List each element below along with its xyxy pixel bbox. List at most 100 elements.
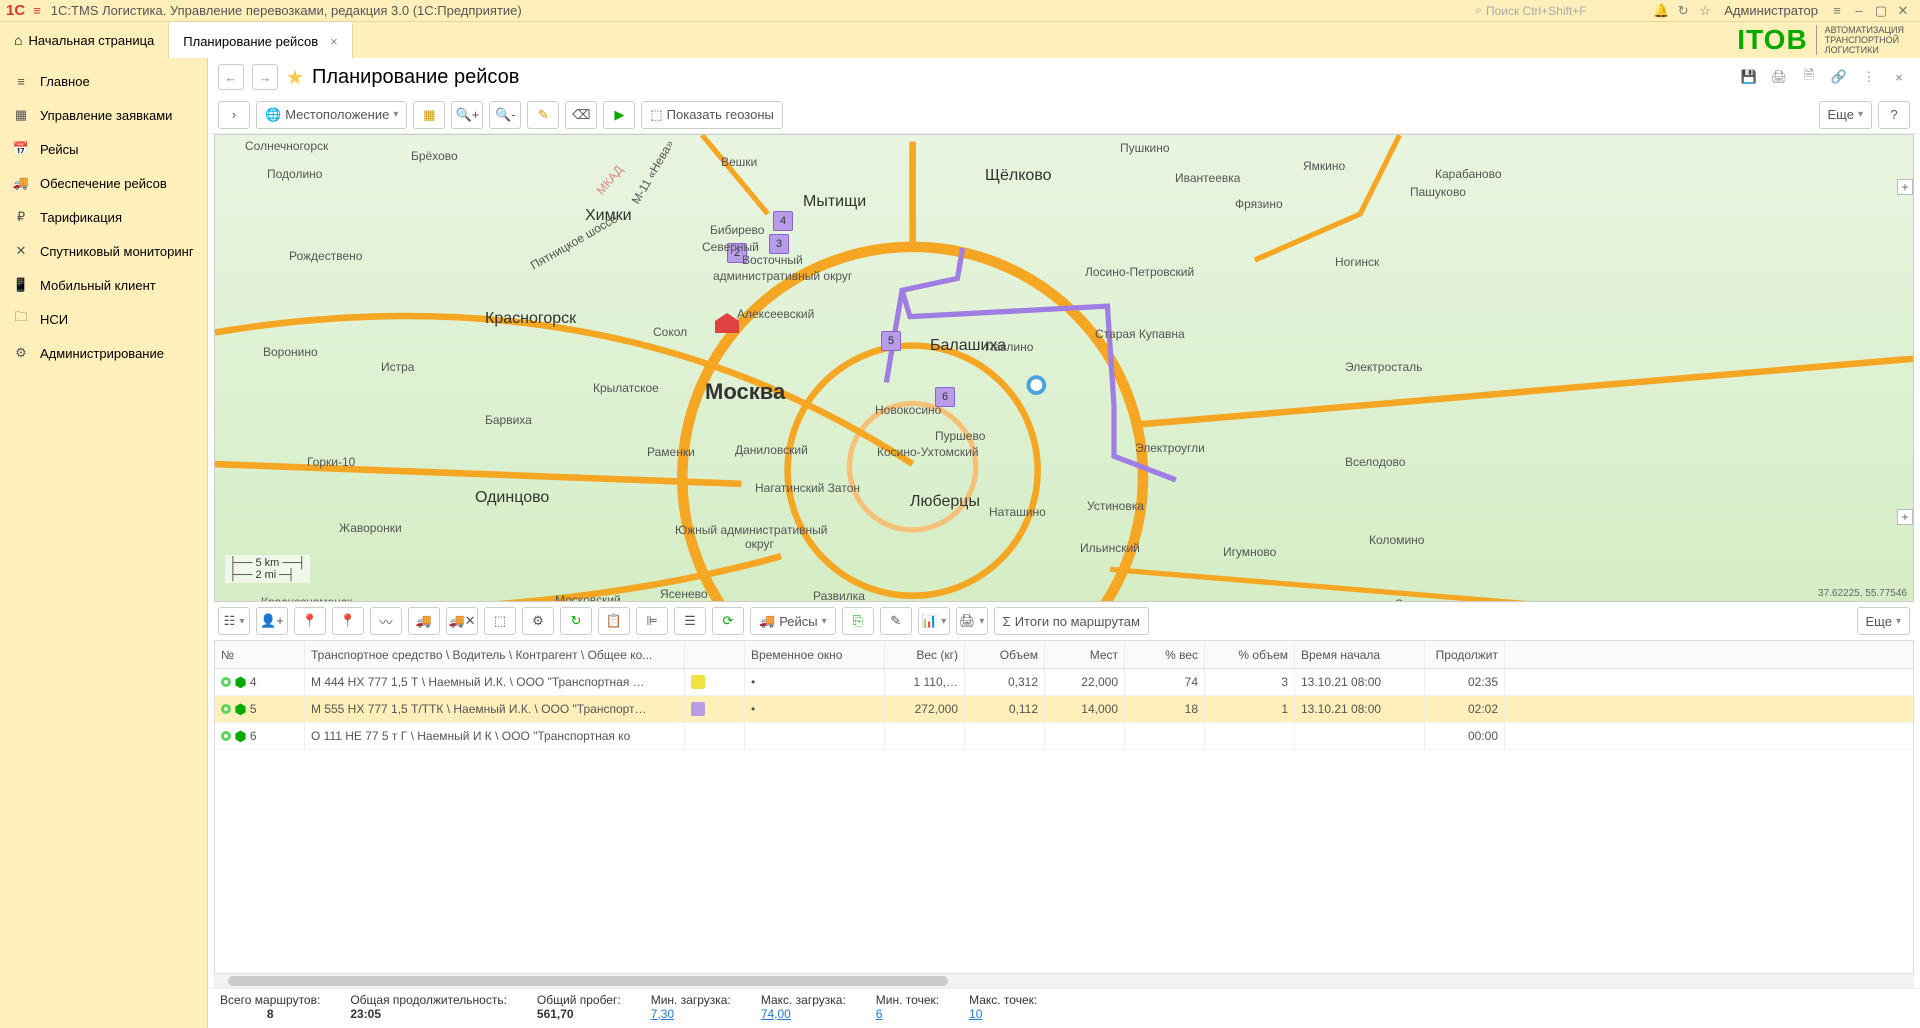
totals-button[interactable]: Σ Итоги по маршрутам — [994, 607, 1149, 635]
map-view[interactable]: Москва Мытищи Химки Щёлково Балашиха Люб… — [214, 134, 1914, 602]
edit-button[interactable]: ✎ — [880, 607, 912, 635]
more-button[interactable]: Еще▾ — [1819, 101, 1872, 129]
tab-planning[interactable]: Планирование рейсов × — [169, 22, 352, 58]
hamburger-icon[interactable]: ≡ — [33, 3, 41, 18]
selection-button[interactable]: ⬚ — [484, 607, 516, 635]
map-label: Коломино — [1369, 533, 1424, 547]
sidebar-item-3[interactable]: 🚚Обеспечение рейсов — [0, 166, 207, 200]
col-vehicle[interactable]: Транспортное средство \ Водитель \ Контр… — [305, 641, 685, 668]
maximize-icon[interactable]: ▢ — [1870, 1, 1892, 21]
table-row[interactable]: ⬢ 6О 111 НЕ 77 5 т Г \ Наемный И К \ ООО… — [215, 723, 1913, 750]
map-expand-top[interactable]: + — [1897, 179, 1913, 195]
col-places[interactable]: Мест — [1045, 641, 1125, 668]
horizontal-scrollbar[interactable] — [214, 974, 1914, 988]
close-page-icon[interactable]: × — [1888, 66, 1910, 88]
col-start[interactable]: Время начала — [1295, 641, 1425, 668]
table-row[interactable]: ⬢ 5М 555 НХ 777 1,5 Т/ТТК \ Наемный И.К.… — [215, 696, 1913, 723]
kebab-icon[interactable]: ⋮ — [1858, 66, 1880, 88]
tab-close-icon[interactable]: × — [330, 34, 338, 49]
sidebar-item-7[interactable]: 🗀НСИ — [0, 302, 207, 336]
route-marker-4[interactable]: 4 — [773, 211, 793, 231]
sidebar-item-6[interactable]: 📱Мобильный клиент — [0, 268, 207, 302]
sidebar-item-8[interactable]: ⚙Администрирование — [0, 336, 207, 370]
align-button[interactable]: ⊫ — [636, 607, 668, 635]
min-load-link[interactable]: 7,30 — [651, 1007, 731, 1021]
map-expand-bottom[interactable]: + — [1897, 509, 1913, 525]
print-icon[interactable]: 🖨 — [1768, 66, 1790, 88]
sidebar-item-5[interactable]: ✕Спутниковый мониторинг — [0, 234, 207, 268]
truck-cancel-button[interactable]: 🚚✕ — [446, 607, 478, 635]
col-window[interactable]: Временное окно — [745, 641, 885, 668]
erase-button[interactable]: ⌫ — [565, 101, 597, 129]
export-button[interactable]: ⎘ — [842, 607, 874, 635]
sidebar-item-2[interactable]: 📅Рейсы — [0, 132, 207, 166]
map-label: Бибирево — [710, 223, 764, 237]
tab-home[interactable]: ⌂ Начальная страница — [0, 22, 169, 58]
draw-button[interactable]: ✎ — [527, 101, 559, 129]
routes-button[interactable]: 🚚 Рейсы▾ — [750, 607, 836, 635]
save-icon[interactable]: 💾 — [1738, 66, 1760, 88]
refresh-button[interactable]: ⟳ — [712, 607, 744, 635]
bell-icon[interactable]: 🔔 — [1650, 1, 1672, 21]
sidebar-item-4[interactable]: ₽Тарификация — [0, 200, 207, 234]
route-marker-6[interactable]: 6 — [935, 387, 955, 407]
wave-button[interactable]: 〰 — [370, 607, 402, 635]
link-icon[interactable]: 🔗 — [1828, 66, 1850, 88]
col-pct-volume[interactable]: % объем — [1205, 641, 1295, 668]
col-color[interactable] — [685, 641, 745, 668]
nav-forward-button[interactable]: → — [252, 64, 278, 90]
refresh-green-button[interactable]: ↻ — [560, 607, 592, 635]
history-icon[interactable]: ↻ — [1672, 1, 1694, 21]
minimize-icon[interactable]: – — [1848, 1, 1870, 21]
close-icon[interactable]: ✕ — [1892, 1, 1914, 21]
sidebar: ≡Главное▦Управление заявками📅Рейсы🚚Обесп… — [0, 58, 208, 1028]
nav-back-button[interactable]: ← — [218, 64, 244, 90]
print-grid-button[interactable]: 🖨▾ — [956, 607, 988, 635]
max-pts-link[interactable]: 10 — [969, 1007, 1037, 1021]
favorite-star-icon[interactable]: ★ — [286, 65, 304, 90]
map-city-moscow: Москва — [705, 379, 785, 405]
table-row[interactable]: ⬢ 4М 444 НХ 777 1,5 Т \ Наемный И.К. \ О… — [215, 669, 1913, 696]
pin-green-button[interactable]: 📍 — [332, 607, 364, 635]
map-label: Рождествено — [289, 249, 362, 263]
route-marker-3[interactable]: 3 — [769, 234, 789, 254]
document-icon[interactable]: 🗎 — [1798, 66, 1820, 88]
route-marker-5[interactable]: 5 — [881, 331, 901, 351]
sidebar-item-0[interactable]: ≡Главное — [0, 64, 207, 98]
tree-button[interactable]: ☷▾ — [218, 607, 250, 635]
map-label: Электросталь — [1345, 360, 1422, 374]
columns-button[interactable]: ☰ — [674, 607, 706, 635]
global-search[interactable]: ⌕ Поиск Ctrl+Shift+F — [1470, 2, 1650, 20]
sidebar-icon: ⚙ — [12, 345, 30, 361]
min-pts-link[interactable]: 6 — [876, 1007, 939, 1021]
col-volume[interactable]: Объем — [965, 641, 1045, 668]
max-load-link[interactable]: 74,00 — [761, 1007, 846, 1021]
col-pct-weight[interactable]: % вес — [1125, 641, 1205, 668]
list-button[interactable]: 📋 — [598, 607, 630, 635]
sidebar-item-1[interactable]: ▦Управление заявками — [0, 98, 207, 132]
col-weight[interactable]: Вес (кг) — [885, 641, 965, 668]
help-button[interactable]: ? — [1878, 101, 1910, 129]
user-label[interactable]: Администратор — [1724, 3, 1818, 18]
settings-gear-button[interactable]: ⚙ — [522, 607, 554, 635]
expand-button[interactable]: › — [218, 101, 250, 129]
zoom-in-button[interactable]: 🔍+ — [451, 101, 483, 129]
add-person-button[interactable]: 👤+ — [256, 607, 288, 635]
location-button[interactable]: 🌐 Местоположение ▾ — [256, 101, 407, 129]
col-duration[interactable]: Продолжит — [1425, 641, 1505, 668]
grid-more-button[interactable]: Еще▾ — [1857, 607, 1910, 635]
sidebar-icon: ▦ — [12, 107, 30, 123]
map-style-button[interactable]: ▦ — [413, 101, 445, 129]
truck-button[interactable]: 🚚 — [408, 607, 440, 635]
map-city-odintsovo: Одинцово — [475, 489, 549, 507]
pin-red-button[interactable]: 📍 — [294, 607, 326, 635]
excel-button[interactable]: 📊▾ — [918, 607, 950, 635]
map-city-novokosino: Новокосино — [875, 403, 941, 417]
zoom-out-button[interactable]: 🔍- — [489, 101, 521, 129]
sidebar-icon: 📅 — [12, 141, 30, 157]
play-button[interactable]: ▶ — [603, 101, 635, 129]
caret-down-icon[interactable]: ≡ — [1826, 1, 1848, 21]
geozones-button[interactable]: ⬚ Показать геозоны — [641, 101, 783, 129]
star-icon[interactable]: ☆ — [1694, 1, 1716, 21]
col-no[interactable]: № — [215, 641, 305, 668]
